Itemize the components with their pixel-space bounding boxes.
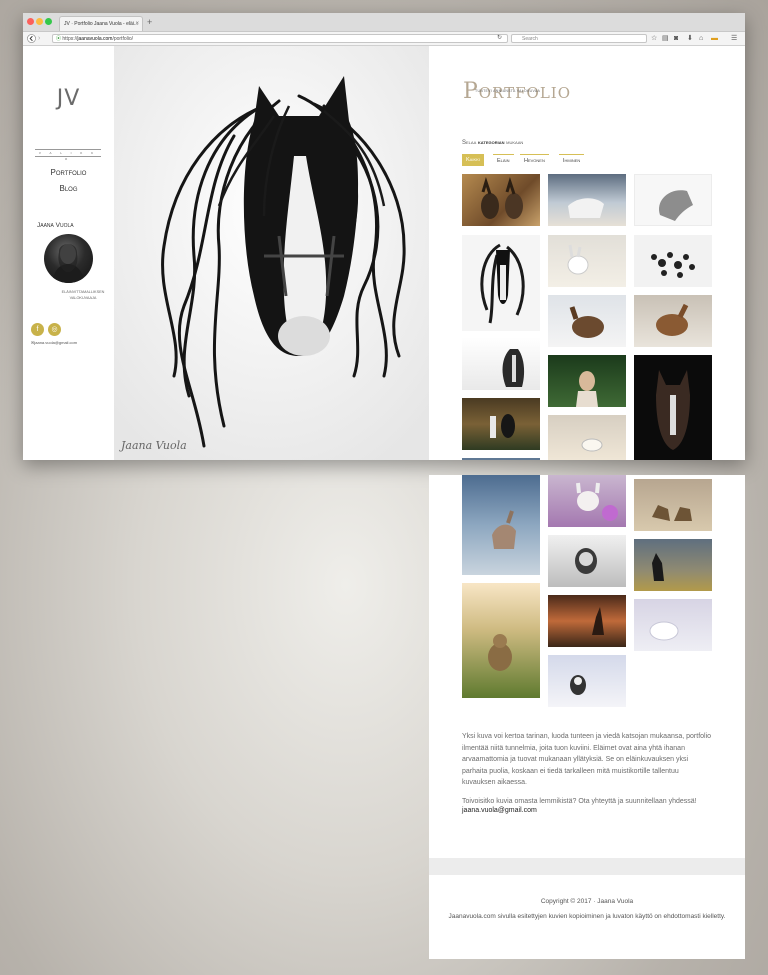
- browser-window: JV · Portfolio Jaana Vuola - eläi... × +…: [23, 13, 745, 460]
- gallery-photo[interactable]: [462, 174, 540, 226]
- extension-icon[interactable]: ▬: [711, 34, 718, 43]
- gallery-photo[interactable]: [548, 415, 626, 460]
- copyright-text: Copyright © 2017 · Jaana Vuola: [540, 898, 634, 905]
- tab-title: JV · Portfolio Jaana Vuola - eläi...: [64, 21, 139, 27]
- forward-button[interactable]: ›: [38, 34, 40, 43]
- reload-icon[interactable]: ↻: [497, 34, 502, 41]
- author-name: Jaana Vuola: [37, 222, 74, 229]
- filter-human[interactable]: Ihminen: [559, 154, 585, 166]
- browser-tab[interactable]: JV · Portfolio Jaana Vuola - eläi... ×: [59, 16, 143, 31]
- gallery-photo[interactable]: [548, 235, 626, 287]
- gallery-photo[interactable]: [548, 535, 626, 587]
- minimize-window-button[interactable]: [36, 18, 43, 25]
- pocket-icon[interactable]: ◙: [674, 34, 678, 43]
- author-avatar: [44, 234, 93, 283]
- gallery-photo[interactable]: [634, 539, 712, 591]
- photographer-signature: Jaana Vuola: [121, 439, 187, 452]
- gallery-photo[interactable]: [548, 295, 626, 347]
- address-bar[interactable]: ⦿ https://jaanavuola.com/portfolio/: [52, 34, 508, 43]
- gallery-photo[interactable]: [462, 337, 540, 390]
- filter-horse[interactable]: Hevonen: [520, 154, 549, 166]
- sidebar-email[interactable]: ✉jaana.vuola@gmail.com: [31, 340, 77, 345]
- navigation-bar: › ⦿ https://jaanavuola.com/portfolio/ ↻ …: [23, 32, 745, 46]
- page-content: JV V A L I K K O Portfolio Blog Jaana Vu…: [23, 46, 745, 460]
- tab-close-icon[interactable]: ×: [135, 17, 139, 31]
- gallery-photo[interactable]: [548, 475, 626, 527]
- portfolio-intro-text: Yksi kuva voi kertoa tarinan, luoda tunt…: [462, 733, 712, 786]
- url-domain: jaanavuola.com: [77, 36, 113, 42]
- zoom-window-button[interactable]: [45, 18, 52, 25]
- gallery-photo[interactable]: [548, 655, 626, 707]
- back-button[interactable]: [27, 34, 36, 46]
- portfolio-section: Portfolio TUNTEVI ANNIANSTA VALOKUVAA Se…: [429, 46, 745, 460]
- author-bio: ELÄINVITTAMALLIKSEN VALOKUVAAJA: [53, 289, 113, 301]
- browse-prefix: Selaa: [462, 140, 477, 146]
- menu-icon[interactable]: ☰: [731, 34, 737, 43]
- horse-illustration: [114, 46, 429, 460]
- home-icon[interactable]: ⌂: [699, 34, 703, 43]
- new-tab-button[interactable]: +: [147, 16, 152, 28]
- gallery-photo[interactable]: [634, 355, 712, 460]
- instagram-icon[interactable]: ◎: [48, 323, 61, 336]
- gallery-photo[interactable]: [634, 295, 712, 347]
- sidebar: JV V A L I K K O Portfolio Blog Jaana Vu…: [23, 46, 114, 460]
- contact-cta-text: Toivoisitko kuvia omasta lemmikistä? Ota…: [462, 798, 697, 805]
- gallery-photo[interactable]: [634, 479, 712, 531]
- gallery-photo[interactable]: [548, 355, 626, 407]
- reading-list-icon[interactable]: ▤: [662, 34, 669, 43]
- gallery-photo[interactable]: [634, 599, 712, 651]
- facebook-icon[interactable]: f: [31, 323, 44, 336]
- download-icon[interactable]: ⬇: [687, 34, 693, 43]
- menu-divider: V A L I K K O: [35, 149, 101, 161]
- contact-email-link[interactable]: jaana.vuola@gmail.com: [462, 807, 537, 814]
- url-path: /portfolio/: [112, 36, 134, 42]
- tab-bar: JV · Portfolio Jaana Vuola - eläi... × +: [23, 13, 745, 32]
- gallery-photo[interactable]: [462, 583, 540, 698]
- gallery-photo[interactable]: [634, 174, 712, 226]
- gallery-photo[interactable]: [462, 235, 540, 331]
- gallery-photo[interactable]: [462, 398, 540, 450]
- gallery-photo[interactable]: [548, 595, 626, 647]
- nav-link-portfolio[interactable]: Portfolio: [23, 168, 114, 177]
- browse-categories-label: Selaa kategorian mukaan: [462, 140, 523, 146]
- gallery-photo[interactable]: [634, 235, 712, 287]
- bio-line-2: VALOKUVAAJA: [69, 296, 97, 300]
- nav-link-blog[interactable]: Blog: [23, 184, 114, 193]
- gallery-photo[interactable]: [462, 458, 540, 460]
- bookmark-star-icon[interactable]: ☆: [651, 34, 657, 43]
- gallery-photo[interactable]: [548, 174, 626, 226]
- gallery-photo[interactable]: [462, 475, 540, 575]
- filter-all[interactable]: Kaikki: [462, 154, 484, 166]
- search-input[interactable]: Search: [511, 34, 647, 43]
- browse-suffix: mukaan: [506, 140, 524, 146]
- close-window-button[interactable]: [27, 18, 34, 25]
- site-logo[interactable]: JV: [23, 86, 114, 111]
- filter-animal[interactable]: Eläin: [493, 154, 514, 166]
- url-prefix: https://: [62, 36, 78, 42]
- hero-horse-photo: Jaana Vuola: [114, 46, 429, 460]
- page-continuation: Yksi kuva voi kertoa tarinan, luoda tunt…: [429, 475, 745, 959]
- page-tagline: TUNTEVI ANNIANSTA VALOKUVAA: [475, 89, 541, 93]
- browse-bold: kategorian: [477, 140, 505, 146]
- legal-notice: Jaanavuola.com sivulla esitettyjen kuvie…: [448, 913, 726, 920]
- sidebar-email-text: jaana.vuola@gmail.com: [34, 340, 78, 345]
- footer-divider-band: [429, 858, 745, 875]
